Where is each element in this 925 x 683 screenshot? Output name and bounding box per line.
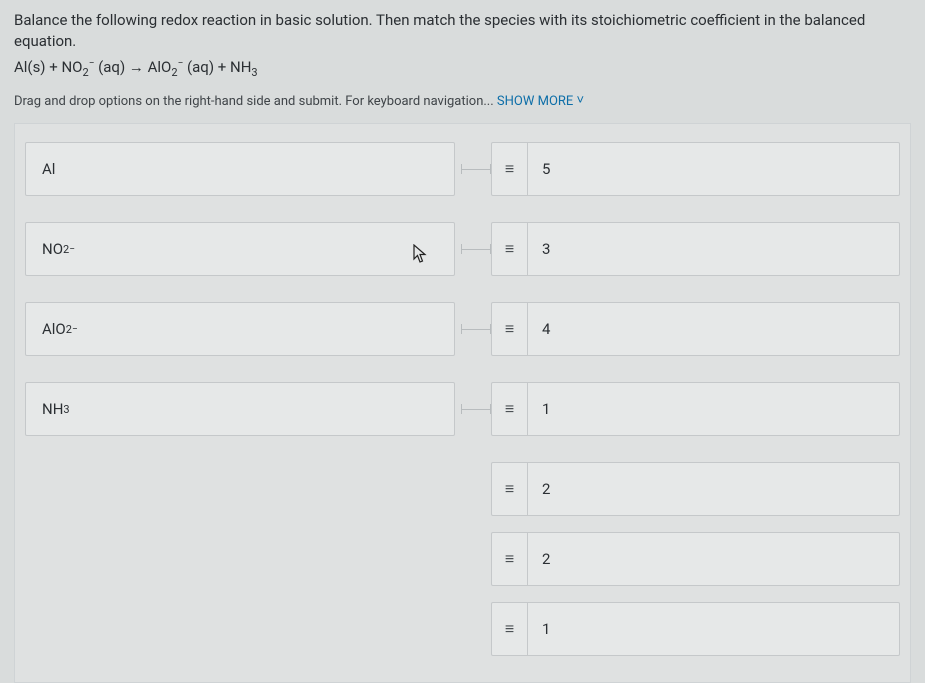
chevron-down-icon: ˅ [577,92,585,108]
matching-panel: AlNO2−AlO2−NH3 ≡5≡3≡4≡1≡2≡2≡1 [14,123,911,683]
connector [461,302,491,356]
answer-option-6[interactable]: ≡1 [491,602,900,656]
answer-value: 3 [528,240,564,258]
connector [461,382,491,436]
question-text: Balance the following redox reaction in … [14,10,911,52]
drop-target-3[interactable]: NH3 [25,382,455,436]
species-base: AlO [42,320,66,338]
drag-handle-icon[interactable]: ≡ [492,383,528,435]
eq-part: Al(s) + NO [14,58,83,76]
answer-option-2[interactable]: ≡4 [491,302,900,356]
answer-value: 2 [528,550,564,568]
show-more-label: SHOW MORE [497,94,573,109]
species-sup: − [72,324,78,335]
connector [461,222,491,276]
answer-option-0[interactable]: ≡5 [491,142,900,196]
answer-option-1[interactable]: ≡3 [491,222,900,276]
instructions: Drag and drop options on the right-hand … [14,93,911,109]
answer-option-3[interactable]: ≡1 [491,382,900,436]
answer-option-4[interactable]: ≡2 [491,462,900,516]
answer-value: 1 [528,400,564,418]
eq-part: (aq) + NH [183,58,251,76]
drop-target-2[interactable]: AlO2− [25,302,455,356]
species-base: NO [42,240,63,258]
drop-target-1[interactable]: NO2− [25,222,455,276]
drag-handle-icon[interactable]: ≡ [492,463,528,515]
drop-target-0[interactable]: Al [25,142,455,196]
reaction-equation: Al(s) + NO2− (aq) → AlO2− (aq) + NH3 [14,58,911,79]
eq-part: (aq) → AlO [94,58,171,76]
eq-sub: 3 [251,66,257,79]
answer-option-5[interactable]: ≡2 [491,532,900,586]
drag-handle-icon[interactable]: ≡ [492,223,528,275]
options-column: ≡5≡3≡4≡1≡2≡2≡1 [491,142,900,672]
drag-handle-icon[interactable]: ≡ [492,303,528,355]
show-more-link[interactable]: SHOW MORE ˅ [497,94,584,109]
species-sup: − [69,244,75,255]
connector-column [461,142,491,672]
answer-value: 4 [528,320,564,338]
answer-value: 2 [528,480,564,498]
species-base: NH [42,400,63,418]
drop-targets-column: Al NO2− AlO2− NH3 [25,142,455,672]
connector [461,142,491,196]
drag-handle-icon[interactable]: ≡ [492,603,528,655]
answer-value: 5 [528,160,564,178]
drag-handle-icon[interactable]: ≡ [492,143,528,195]
drag-handle-icon[interactable]: ≡ [492,533,528,585]
instructions-text: Drag and drop options on the right-hand … [14,94,497,109]
answer-value: 1 [528,620,564,638]
species-label: Al [42,160,55,178]
species-sub: 3 [63,403,69,416]
